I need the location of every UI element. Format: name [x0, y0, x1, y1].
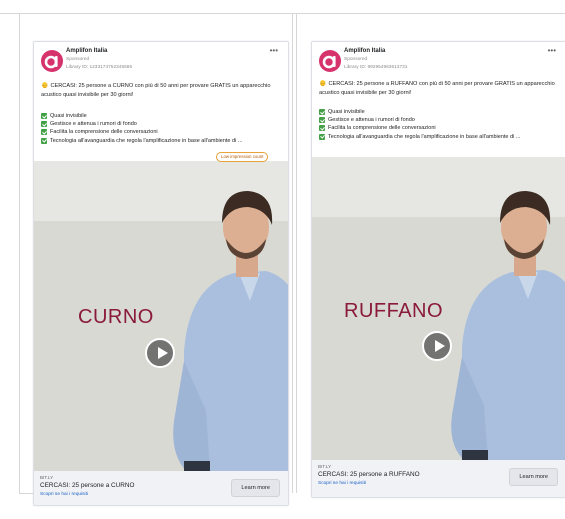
ad-video[interactable]: RUFFANO	[312, 157, 565, 460]
video-overlay-town: CURNO	[78, 306, 154, 328]
bottom-rule	[19, 493, 33, 494]
ad-header: Amplifon Italia Sponsored Library ID: 12…	[34, 42, 288, 80]
sponsored-label: Sponsored	[344, 57, 368, 62]
sponsored-label: Sponsored	[66, 57, 90, 62]
library-id: Library ID: 1233174752345586	[66, 65, 133, 70]
ad-card-curno[interactable]: Amplifon Italia Sponsored Library ID: 12…	[33, 41, 289, 506]
green-check-icon	[41, 121, 47, 128]
checklist-text: Quasi invisibile	[328, 109, 365, 116]
checklist-item: Tecnologia all'avanguardia che regola l'…	[319, 133, 559, 141]
checklist-item: Facilita la comprensione delle conversaz…	[41, 128, 281, 136]
ad-header: Amplifon Italia Sponsored Library ID: 99…	[312, 42, 565, 80]
checklist-item: Facilita la comprensione delle conversaz…	[319, 124, 559, 132]
learn-more-button[interactable]: Learn more	[231, 479, 280, 497]
link-domain: BIT.LY	[40, 475, 54, 480]
green-check-icon	[319, 133, 325, 140]
checklist-text: Facilita la comprensione delle conversaz…	[50, 129, 158, 136]
feature-checklist: Quasi invisibile Gestisce e attenua i ru…	[319, 108, 559, 141]
checklist-text: Tecnologia all'avanguardia che regola l'…	[328, 133, 521, 140]
more-options-icon[interactable]: •••	[270, 46, 278, 55]
library-id: Library ID: 992954963613731	[344, 65, 408, 70]
ad-video[interactable]: CURNO	[34, 161, 288, 471]
top-rule	[0, 13, 565, 14]
checklist-text: Facilita la comprensione delle conversaz…	[328, 125, 436, 132]
link-domain: BIT.LY	[318, 464, 332, 469]
play-icon[interactable]	[422, 331, 452, 361]
green-check-icon	[319, 125, 325, 132]
green-check-icon	[319, 109, 325, 116]
link-description[interactable]: Scopri se hai i requisiti	[40, 492, 88, 497]
learn-more-button[interactable]: Learn more	[509, 468, 558, 486]
checklist-text: Tecnologia all'avanguardia che regola l'…	[50, 137, 243, 144]
video-frame-man	[34, 161, 288, 471]
link-headline[interactable]: CERCASI: 25 persone a RUFFANO	[318, 471, 420, 478]
ad-footer[interactable]: BIT.LY CERCASI: 25 persone a RUFFANO Sco…	[312, 460, 565, 497]
checklist-item: Quasi invisibile	[319, 108, 559, 116]
ad-card-ruffano[interactable]: Amplifon Italia Sponsored Library ID: 99…	[311, 41, 565, 498]
page-name[interactable]: Amplifon Italia	[344, 48, 385, 54]
link-description[interactable]: Scopri se hai i requisiti	[318, 481, 366, 486]
checklist-item: Gestisce e attenua i rumori di fondo	[319, 116, 559, 124]
green-check-icon	[41, 113, 47, 120]
person-emoji-icon: 👴	[41, 83, 49, 89]
checklist-item: Tecnologia all'avanguardia che regola l'…	[41, 137, 281, 145]
left-column-rule	[19, 13, 20, 493]
green-check-icon	[41, 129, 47, 136]
low-impression-badge: Low impression count	[216, 152, 269, 162]
video-overlay-town: RUFFANO	[344, 300, 444, 322]
ad-footer[interactable]: BIT.LY CERCASI: 25 persone a CURNO Scopr…	[34, 471, 288, 505]
more-options-icon[interactable]: •••	[548, 46, 556, 55]
feature-checklist: Quasi invisibile Gestisce e attenua i ru…	[41, 112, 281, 145]
checklist-item: Quasi invisibile	[41, 112, 281, 120]
play-icon[interactable]	[145, 338, 175, 368]
amplifon-logo-icon[interactable]	[319, 50, 341, 72]
checklist-text: Gestisce e attenua i rumori di fondo	[50, 121, 137, 128]
amplifon-logo-icon[interactable]	[41, 50, 63, 72]
ad-body-text: 👴 CERCASI: 25 persone a RUFFANO con più d…	[319, 80, 559, 97]
middle-column-rule-b	[296, 13, 297, 493]
person-emoji-icon: 👴	[319, 81, 327, 87]
checklist-text: Gestisce e attenua i rumori di fondo	[328, 117, 415, 124]
checklist-item: Gestisce e attenua i rumori di fondo	[41, 120, 281, 128]
link-headline[interactable]: CERCASI: 25 persone a CURNO	[40, 482, 134, 489]
ad-body-text: 👴 CERCASI: 25 persone a CURNO con più di …	[41, 82, 281, 99]
ad-body: CERCASI: 25 persone a RUFFANO con più di…	[319, 81, 555, 96]
green-check-icon	[41, 137, 47, 144]
green-check-icon	[319, 117, 325, 124]
ad-body: CERCASI: 25 persone a CURNO con più di 5…	[41, 83, 271, 98]
page-name[interactable]: Amplifon Italia	[66, 48, 107, 54]
checklist-text: Quasi invisibile	[50, 113, 87, 120]
middle-column-rule-a	[292, 13, 293, 493]
